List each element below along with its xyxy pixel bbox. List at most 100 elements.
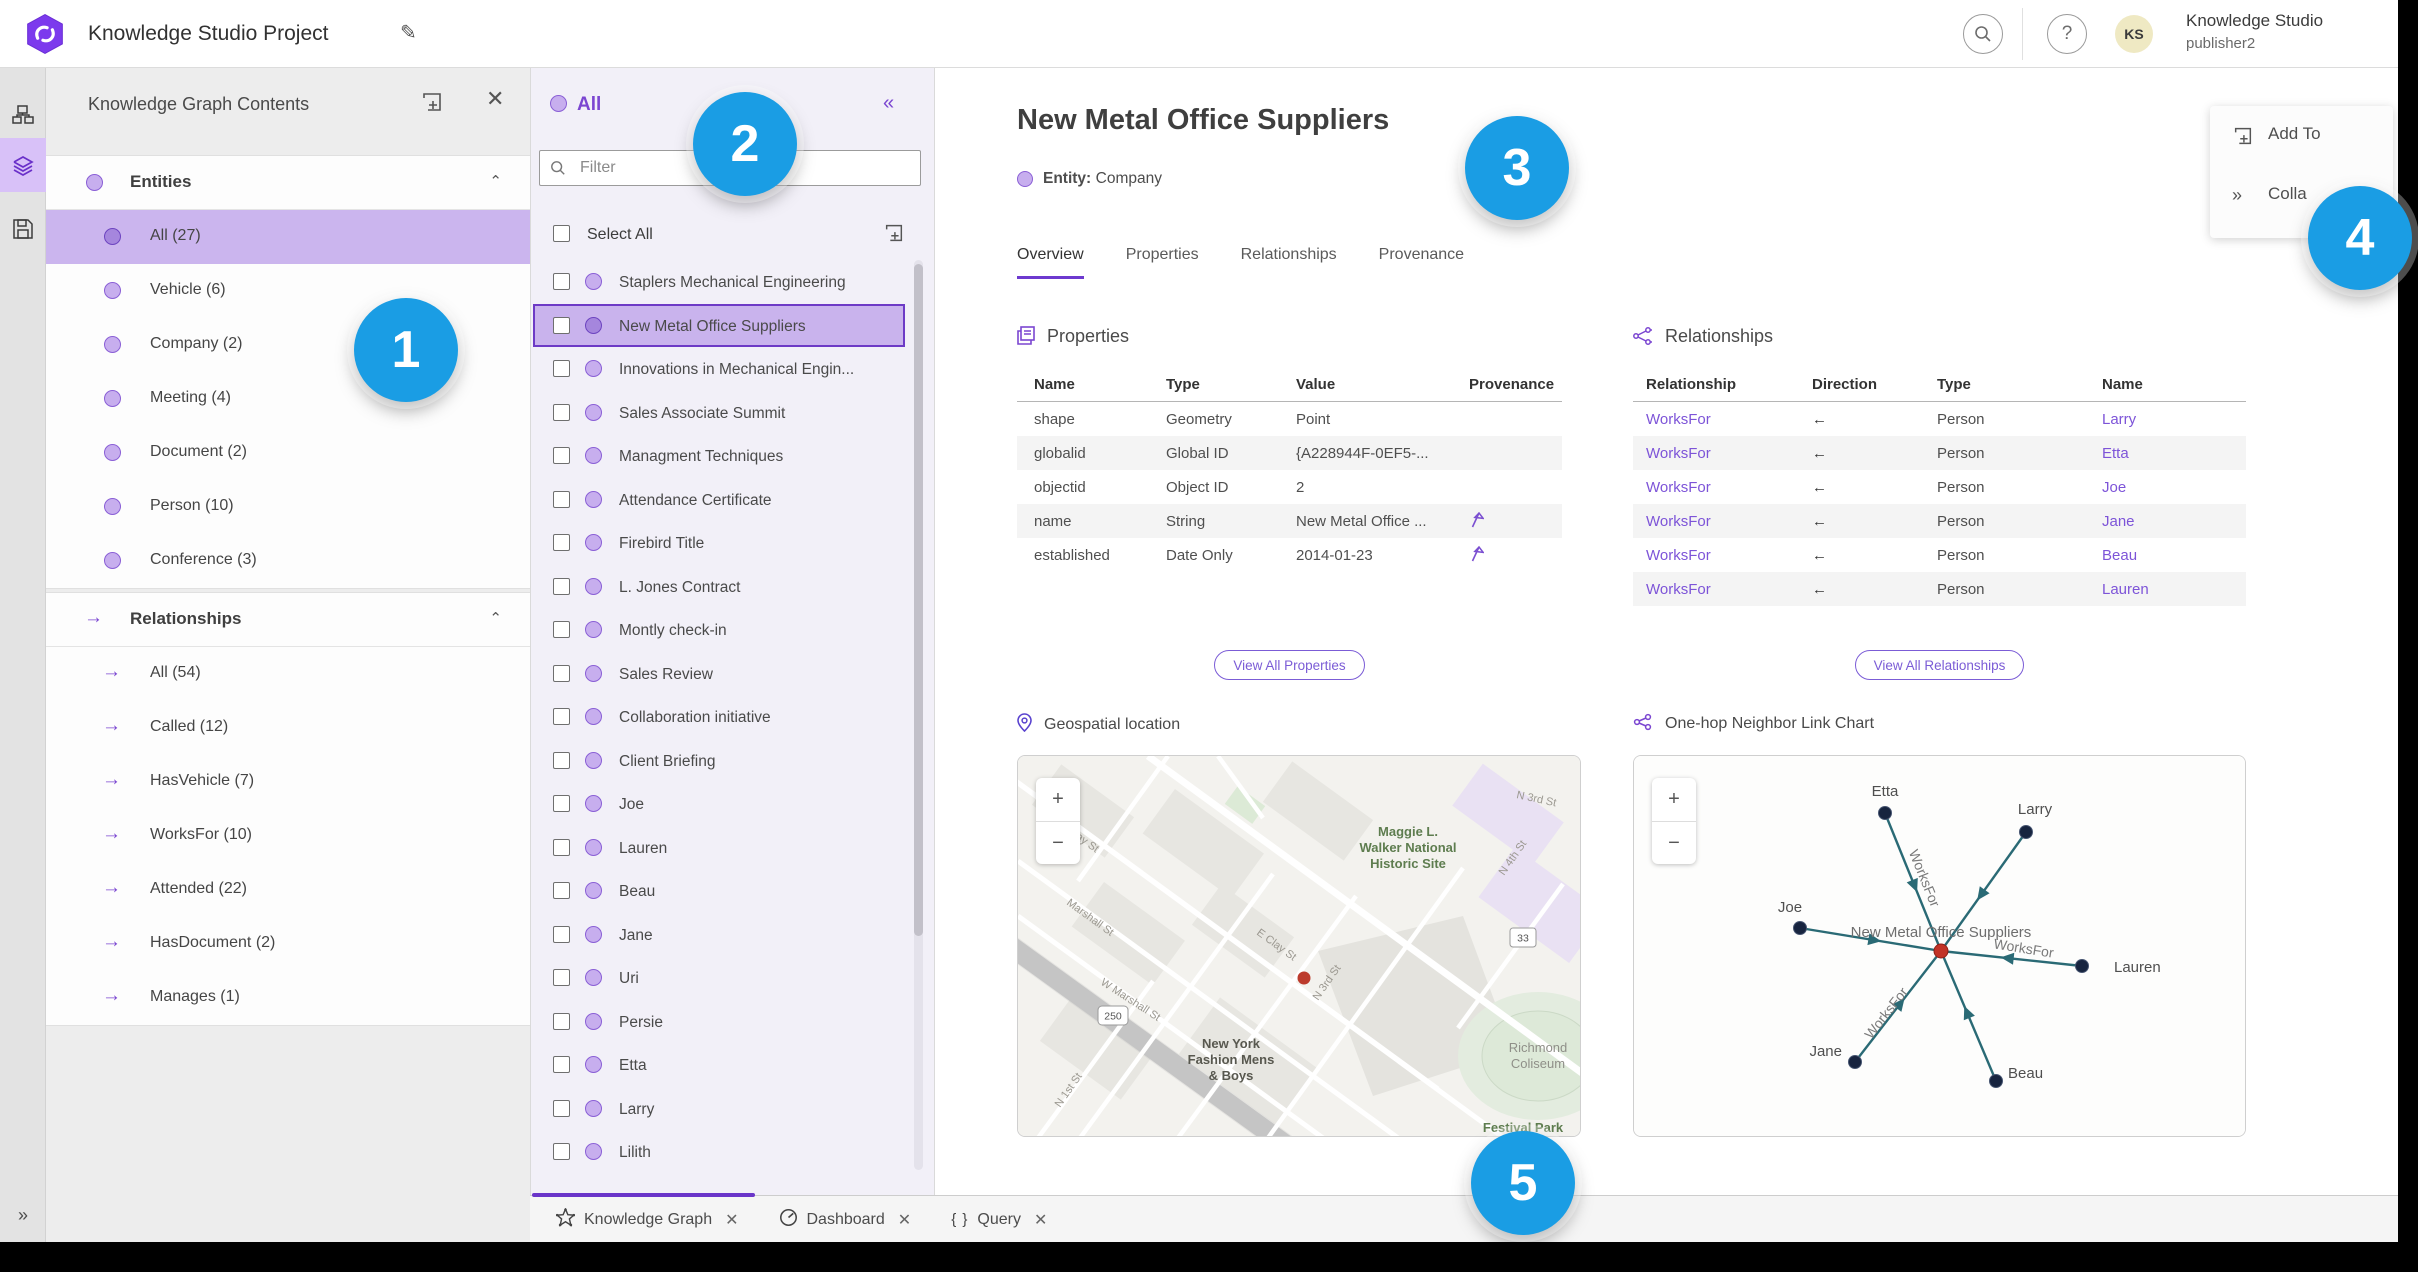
detail-tab-properties[interactable]: Properties [1126, 246, 1199, 279]
target-entity-link[interactable]: Jane [2102, 513, 2246, 530]
relationship-type-link[interactable]: WorksFor [1646, 411, 1812, 428]
item-checkbox[interactable] [553, 664, 570, 682]
relationship-category-item[interactable]: → HasDocument (2) [46, 917, 530, 971]
center-entity-node[interactable] [1933, 943, 1949, 959]
zoom-out-button[interactable]: − [1036, 821, 1080, 864]
close-tab-icon[interactable]: ✕ [898, 1210, 911, 1230]
detail-tab-overview[interactable]: Overview [1017, 246, 1084, 279]
list-item[interactable]: Staplers Mechanical Engineering [533, 260, 905, 304]
list-item[interactable]: Firebird Title [533, 521, 905, 565]
entity-category-item[interactable]: Meeting (4) [46, 372, 530, 426]
view-all-properties-button[interactable]: View All Properties [1214, 650, 1365, 680]
list-item[interactable]: Client Briefing [533, 739, 905, 783]
close-tab-icon[interactable]: ✕ [725, 1210, 738, 1230]
item-checkbox[interactable] [553, 534, 570, 551]
item-checkbox[interactable] [553, 751, 570, 769]
add-selection-icon[interactable] [883, 222, 905, 244]
item-checkbox[interactable] [553, 838, 570, 856]
list-item[interactable]: L. Jones Contract [533, 565, 905, 609]
item-checkbox[interactable] [553, 447, 570, 464]
list-item[interactable]: Montly check-in [533, 608, 905, 652]
detail-tab-relationships[interactable]: Relationships [1241, 246, 1337, 279]
data-model-rail-button[interactable] [0, 88, 46, 142]
target-entity-link[interactable]: Joe [2102, 479, 2246, 496]
entities-section-header[interactable]: Entities ⌃ [46, 156, 530, 210]
relationship-category-item[interactable]: → HasVehicle (7) [46, 755, 530, 809]
zoom-in-button[interactable]: + [1652, 778, 1696, 821]
item-checkbox[interactable] [553, 795, 570, 812]
relationship-type-link[interactable]: WorksFor [1646, 513, 1812, 530]
list-item[interactable]: Managment Techniques [533, 434, 905, 478]
list-item[interactable]: Lilith [533, 1130, 905, 1174]
one-hop-link-chart[interactable]: + − WorksFor WorksFor WorksFor New Metal Of… [1633, 755, 2246, 1137]
target-entity-link[interactable]: Lauren [2102, 581, 2246, 598]
menu-item-add-to[interactable]: Add To [2210, 106, 2393, 166]
relationship-type-link[interactable]: WorksFor [1646, 479, 1812, 496]
save-rail-button[interactable] [0, 202, 46, 256]
add-to-new-icon[interactable] [420, 90, 444, 114]
item-checkbox[interactable] [553, 403, 570, 421]
list-item[interactable]: Sales Review [533, 652, 905, 696]
item-checkbox[interactable] [553, 969, 570, 986]
contents-rail-button[interactable] [0, 138, 46, 192]
help-button[interactable]: ? [2047, 14, 2087, 54]
list-item[interactable]: Persie [533, 1000, 905, 1044]
person-node[interactable] [1989, 1074, 2003, 1088]
item-checkbox[interactable] [553, 708, 570, 725]
list-item[interactable]: Lauren [533, 826, 905, 870]
collapse-chevron-icon[interactable]: ⌃ [489, 172, 502, 190]
list-item[interactable]: Jane [533, 913, 905, 957]
item-checkbox[interactable] [553, 360, 570, 377]
relationship-type-link[interactable]: WorksFor [1646, 445, 1812, 462]
relationships-section-header[interactable]: → Relationships ⌃ [46, 593, 530, 647]
item-checkbox[interactable] [553, 1012, 570, 1030]
provenance-flag-icon[interactable] [1469, 545, 1485, 562]
entity-category-item[interactable]: Conference (3) [46, 534, 530, 588]
list-item[interactable]: Beau [533, 869, 905, 913]
detail-tab-provenance[interactable]: Provenance [1379, 246, 1464, 279]
view-all-relationships-button[interactable]: View All Relationships [1854, 650, 2025, 680]
view-tab-dashboard[interactable]: Dashboard ✕ [779, 1208, 911, 1232]
item-checkbox[interactable] [553, 621, 570, 638]
entity-category-item[interactable]: Document (2) [46, 426, 530, 480]
geospatial-map[interactable]: + − St E Clay St Marshall St W Marshall … [1017, 755, 1581, 1137]
select-all-checkbox[interactable] [553, 225, 570, 242]
edit-title-icon[interactable]: ✎ [400, 20, 417, 45]
list-item[interactable]: Larry [533, 1087, 905, 1131]
entity-category-item[interactable]: Vehicle (6) [46, 264, 530, 318]
list-item[interactable]: Joe [533, 782, 905, 826]
relationship-category-item[interactable]: → Called (12) [46, 701, 530, 755]
list-item[interactable]: Innovations in Mechanical Engin... [533, 347, 905, 391]
list-item[interactable]: Etta [533, 1043, 905, 1087]
close-panel-icon[interactable]: ✕ [486, 86, 504, 112]
person-node[interactable] [2019, 825, 2033, 839]
list-item[interactable]: Sales Associate Summit [533, 391, 905, 435]
search-button[interactable] [1963, 14, 2003, 54]
relationship-type-link[interactable]: WorksFor [1646, 581, 1812, 598]
list-item[interactable]: Attendance Certificate [533, 478, 905, 522]
list-item[interactable]: New Metal Office Suppliers [533, 303, 905, 347]
view-tab-knowledge-graph[interactable]: Knowledge Graph ✕ [555, 1206, 739, 1232]
relationship-category-item[interactable]: → All (54) [46, 647, 530, 701]
item-checkbox[interactable] [553, 925, 570, 943]
relationship-type-link[interactable]: WorksFor [1646, 547, 1812, 564]
person-node[interactable] [1878, 806, 1892, 820]
target-entity-link[interactable]: Etta [2102, 445, 2246, 462]
target-entity-link[interactable]: Larry [2102, 411, 2246, 428]
relationship-category-item[interactable]: → Attended (22) [46, 863, 530, 917]
item-checkbox[interactable] [553, 1143, 570, 1160]
item-checkbox[interactable] [553, 490, 570, 508]
view-tab-query[interactable]: { } Query ✕ [951, 1210, 1047, 1230]
user-avatar[interactable]: KS [2115, 15, 2153, 53]
provenance-flag-icon[interactable] [1469, 511, 1485, 528]
list-item[interactable]: Uri [533, 956, 905, 1000]
item-checkbox[interactable] [553, 882, 570, 899]
item-checkbox[interactable] [553, 1099, 570, 1117]
scrollbar-thumb[interactable] [914, 264, 923, 936]
item-checkbox[interactable] [553, 273, 570, 290]
entity-category-item[interactable]: Person (10) [46, 480, 530, 534]
zoom-out-button[interactable]: − [1652, 821, 1696, 864]
relationship-category-item[interactable]: → Manages (1) [46, 971, 530, 1025]
item-checkbox[interactable] [553, 577, 570, 595]
collapse-panel-icon[interactable]: « [883, 92, 894, 115]
